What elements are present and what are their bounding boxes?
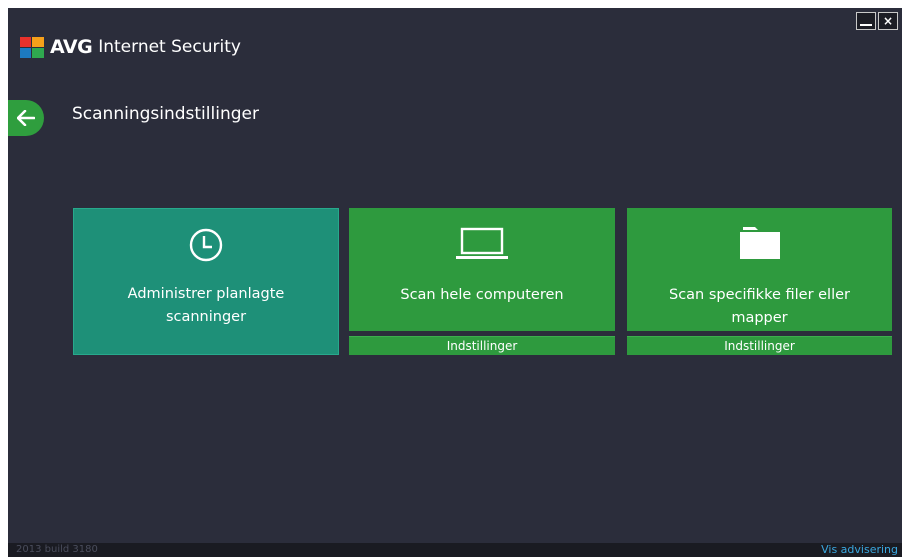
tile-label: Scan hele computeren (349, 284, 615, 307)
whole-computer-settings-button[interactable]: Indstillinger (349, 336, 615, 355)
close-button[interactable]: × (878, 12, 898, 30)
window-controls: × (856, 12, 898, 30)
tile-label-line: Scan specifikke filer eller (669, 287, 850, 303)
close-icon: × (882, 14, 894, 28)
minimize-icon (860, 24, 872, 26)
product-name: Internet Security (98, 37, 241, 57)
page-title: Scanningsindstillinger (72, 104, 259, 124)
tile-label: Scan specifikke filer eller mapper (627, 284, 892, 330)
tile-label-line: mapper (731, 310, 788, 326)
scan-specific-files-tile[interactable]: Scan specifikke filer eller mapper (627, 208, 892, 331)
status-bar: 2013 build 3180 Vis advisering (8, 543, 902, 557)
minimize-button[interactable] (856, 12, 876, 30)
tile-label: Administrer planlagte scanninger (74, 283, 338, 329)
tile-label-line: Administrer planlagte (127, 286, 285, 302)
laptop-icon (456, 227, 508, 259)
specific-files-settings-button[interactable]: Indstillinger (627, 336, 892, 355)
tile-label-line: Scan hele computeren (400, 287, 564, 303)
app-brand: AVG Internet Security (20, 35, 241, 59)
tile-label-line: scanninger (165, 309, 247, 325)
folder-icon (739, 227, 780, 259)
manage-scheduled-scans-tile[interactable]: Administrer planlagte scanninger (73, 208, 339, 355)
scan-whole-computer-tile[interactable]: Scan hele computeren (349, 208, 615, 331)
app-window: × AVG Internet Security Scanningsindstil… (8, 8, 902, 557)
show-notification-link[interactable]: Vis advisering (821, 543, 898, 556)
back-button[interactable] (8, 100, 44, 136)
brand-name: AVG (50, 36, 93, 58)
back-arrow-icon (17, 110, 35, 126)
clock-icon (189, 228, 223, 262)
build-version: 2013 build 3180 (16, 544, 98, 555)
avg-logo-icon (20, 37, 44, 58)
